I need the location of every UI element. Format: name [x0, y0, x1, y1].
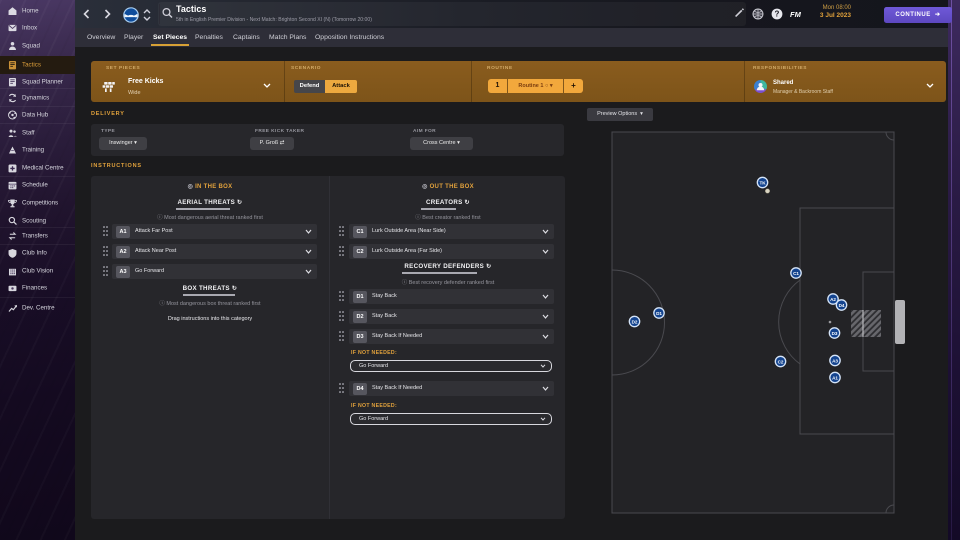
svg-text:TK: TK [759, 180, 766, 185]
svg-text:?: ? [775, 10, 780, 19]
svg-text:C2: C2 [778, 359, 784, 364]
svg-text:D3: D3 [832, 331, 838, 336]
svg-text:A2: A2 [830, 297, 836, 302]
svg-text:A3: A3 [832, 358, 838, 363]
svg-text:A1: A1 [832, 375, 838, 380]
svg-text:D4: D4 [839, 303, 845, 308]
svg-text:D2: D2 [632, 319, 638, 324]
svg-text:C1: C1 [793, 271, 799, 276]
svg-text:D1: D1 [656, 311, 662, 316]
